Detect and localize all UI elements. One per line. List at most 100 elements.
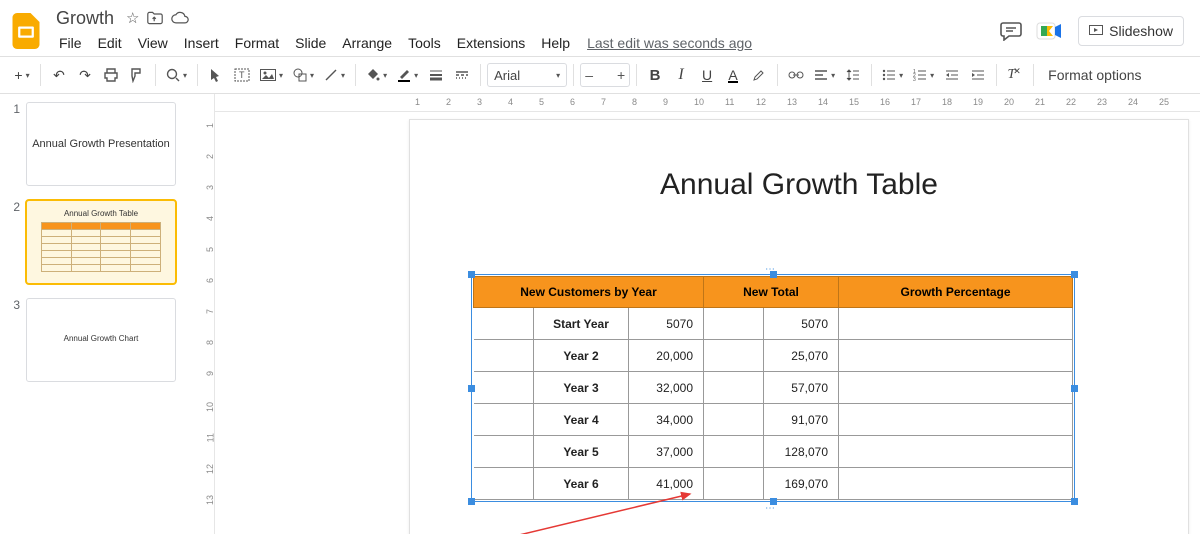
cell-row-label[interactable]: Year 3 <box>534 372 629 404</box>
image-button[interactable] <box>256 61 287 89</box>
table-row[interactable]: Year 6 41,000 169,070 <box>474 468 1073 500</box>
shape-button[interactable] <box>289 61 318 89</box>
line-button[interactable] <box>320 61 349 89</box>
bullet-list-button[interactable] <box>878 61 907 89</box>
cell[interactable] <box>474 340 534 372</box>
cell[interactable] <box>704 436 764 468</box>
resize-handle[interactable] <box>770 271 777 278</box>
cell[interactable] <box>474 436 534 468</box>
resize-handle[interactable] <box>468 498 475 505</box>
numbered-list-button[interactable]: 123 <box>909 61 938 89</box>
cell[interactable] <box>474 372 534 404</box>
cell-growth[interactable] <box>839 372 1073 404</box>
print-button[interactable] <box>99 61 123 89</box>
resize-handle[interactable] <box>1071 498 1078 505</box>
slideshow-button[interactable]: Slideshow <box>1078 16 1184 46</box>
cell-growth[interactable] <box>839 404 1073 436</box>
cell-total[interactable]: 169,070 <box>764 468 839 500</box>
cell-total[interactable]: 5070 <box>764 308 839 340</box>
table-row[interactable]: Year 4 34,000 91,070 <box>474 404 1073 436</box>
cell-growth[interactable] <box>839 308 1073 340</box>
cell-total[interactable]: 91,070 <box>764 404 839 436</box>
slide-thumbnail-1[interactable]: Annual Growth Presentation <box>26 102 176 186</box>
table-row[interactable]: Year 5 37,000 128,070 <box>474 436 1073 468</box>
resize-handle[interactable] <box>468 385 475 392</box>
cell-customers[interactable]: 20,000 <box>629 340 704 372</box>
select-tool-button[interactable] <box>204 61 228 89</box>
cell[interactable] <box>704 468 764 500</box>
menu-view[interactable]: View <box>131 33 175 53</box>
cell-customers[interactable]: 32,000 <box>629 372 704 404</box>
line-spacing-button[interactable] <box>841 61 865 89</box>
zoom-button[interactable] <box>162 61 191 89</box>
move-folder-icon[interactable] <box>147 11 163 25</box>
table-row[interactable]: Start Year 5070 5070 <box>474 308 1073 340</box>
menu-file[interactable]: File <box>52 33 89 53</box>
resize-handle[interactable] <box>1071 271 1078 278</box>
cell[interactable] <box>474 308 534 340</box>
menu-help[interactable]: Help <box>534 33 577 53</box>
font-size-stepper[interactable]: – + <box>580 63 630 87</box>
menu-slide[interactable]: Slide <box>288 33 333 53</box>
fill-color-button[interactable] <box>362 61 391 89</box>
cell[interactable] <box>704 404 764 436</box>
slides-logo-icon[interactable] <box>6 11 46 51</box>
menu-format[interactable]: Format <box>228 33 286 53</box>
resize-handle[interactable] <box>770 498 777 505</box>
comments-icon[interactable] <box>1000 21 1022 41</box>
resize-handle[interactable] <box>1071 385 1078 392</box>
last-edit-link[interactable]: Last edit was seconds ago <box>587 35 752 51</box>
indent-decrease-button[interactable] <box>940 61 964 89</box>
highlight-button[interactable] <box>747 61 771 89</box>
cell[interactable] <box>704 308 764 340</box>
slide-thumbnail-2[interactable]: Annual Growth Table <box>26 200 176 284</box>
star-icon[interactable]: ☆ <box>126 9 139 27</box>
resize-handle[interactable] <box>468 271 475 278</box>
cell-row-label[interactable]: Year 5 <box>534 436 629 468</box>
indent-increase-button[interactable] <box>966 61 990 89</box>
slide-title[interactable]: Annual Growth Table <box>410 168 1188 202</box>
cell-total[interactable]: 57,070 <box>764 372 839 404</box>
bold-button[interactable]: B <box>643 61 667 89</box>
menu-edit[interactable]: Edit <box>91 33 129 53</box>
paint-format-button[interactable] <box>125 61 149 89</box>
cell-customers[interactable]: 34,000 <box>629 404 704 436</box>
cell-growth[interactable] <box>839 340 1073 372</box>
doc-title[interactable]: Growth <box>52 8 118 29</box>
cell[interactable] <box>474 468 534 500</box>
textbox-button[interactable]: T <box>230 61 254 89</box>
align-button[interactable] <box>810 61 839 89</box>
slide-canvas-area[interactable]: 1234567891011121314151617181920212223242… <box>215 94 1200 534</box>
growth-table[interactable]: New Customers by Year New Total Growth P… <box>473 276 1073 500</box>
insert-link-button[interactable] <box>784 61 808 89</box>
font-select[interactable]: Arial▾ <box>487 63 567 87</box>
cell-growth[interactable] <box>839 468 1073 500</box>
slide[interactable]: Annual Growth Table ⋯ ⋯ New Customers by… <box>409 119 1189 534</box>
underline-button[interactable]: U <box>695 61 719 89</box>
undo-button[interactable]: ↶ <box>47 61 71 89</box>
text-color-button[interactable]: A <box>721 61 745 89</box>
cell-customers[interactable]: 37,000 <box>629 436 704 468</box>
italic-button[interactable]: I <box>669 61 693 89</box>
cell[interactable] <box>704 372 764 404</box>
cell[interactable] <box>474 404 534 436</box>
cell-row-label[interactable]: Year 4 <box>534 404 629 436</box>
menu-insert[interactable]: Insert <box>177 33 226 53</box>
format-options-button[interactable]: Format options <box>1040 67 1149 83</box>
meet-icon[interactable] <box>1032 17 1068 45</box>
table-header[interactable]: New Total <box>704 277 839 308</box>
table-header[interactable]: Growth Percentage <box>839 277 1073 308</box>
cell-total[interactable]: 25,070 <box>764 340 839 372</box>
clear-formatting-button[interactable]: T✕ <box>1003 61 1027 89</box>
table-row[interactable]: Year 2 20,000 25,070 <box>474 340 1073 372</box>
table-selection[interactable]: ⋯ ⋯ New Customers by Year New Total Grow… <box>471 274 1075 502</box>
cell-row-label[interactable]: Start Year <box>534 308 629 340</box>
cell-customers[interactable]: 5070 <box>629 308 704 340</box>
cell-row-label[interactable]: Year 2 <box>534 340 629 372</box>
redo-button[interactable]: ↷ <box>73 61 97 89</box>
border-dash-button[interactable] <box>450 61 474 89</box>
menu-extensions[interactable]: Extensions <box>450 33 532 53</box>
font-size-increase[interactable]: + <box>613 67 629 83</box>
table-row[interactable]: Year 3 32,000 57,070 <box>474 372 1073 404</box>
cell-total[interactable]: 128,070 <box>764 436 839 468</box>
